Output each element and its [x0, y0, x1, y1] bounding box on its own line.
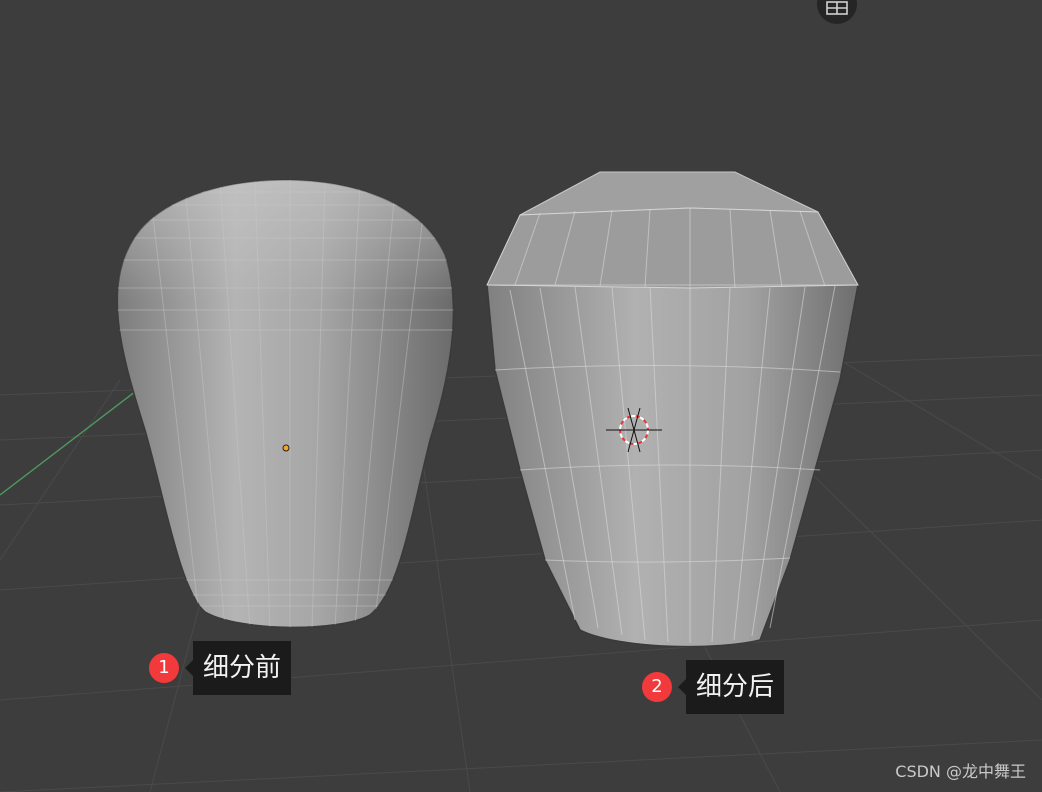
3d-viewport[interactable]: 1 细分前 2 细分后 CSDN @龙中舞王 [0, 0, 1042, 792]
annotation-badge-1: 1 [149, 653, 179, 683]
y-axis-line [0, 387, 141, 496]
watermark: CSDN @龙中舞王 [895, 762, 1026, 781]
origin-point-icon [282, 444, 290, 452]
grid-view-icon [826, 1, 848, 15]
annotation-label-before: 细分前 [184, 641, 292, 695]
annotation-badge-2: 2 [642, 672, 672, 702]
annotation-label-after: 细分后 [677, 660, 785, 714]
vase-after-subdivision[interactable] [486, 171, 859, 648]
view-navigation-button[interactable] [817, 0, 857, 24]
